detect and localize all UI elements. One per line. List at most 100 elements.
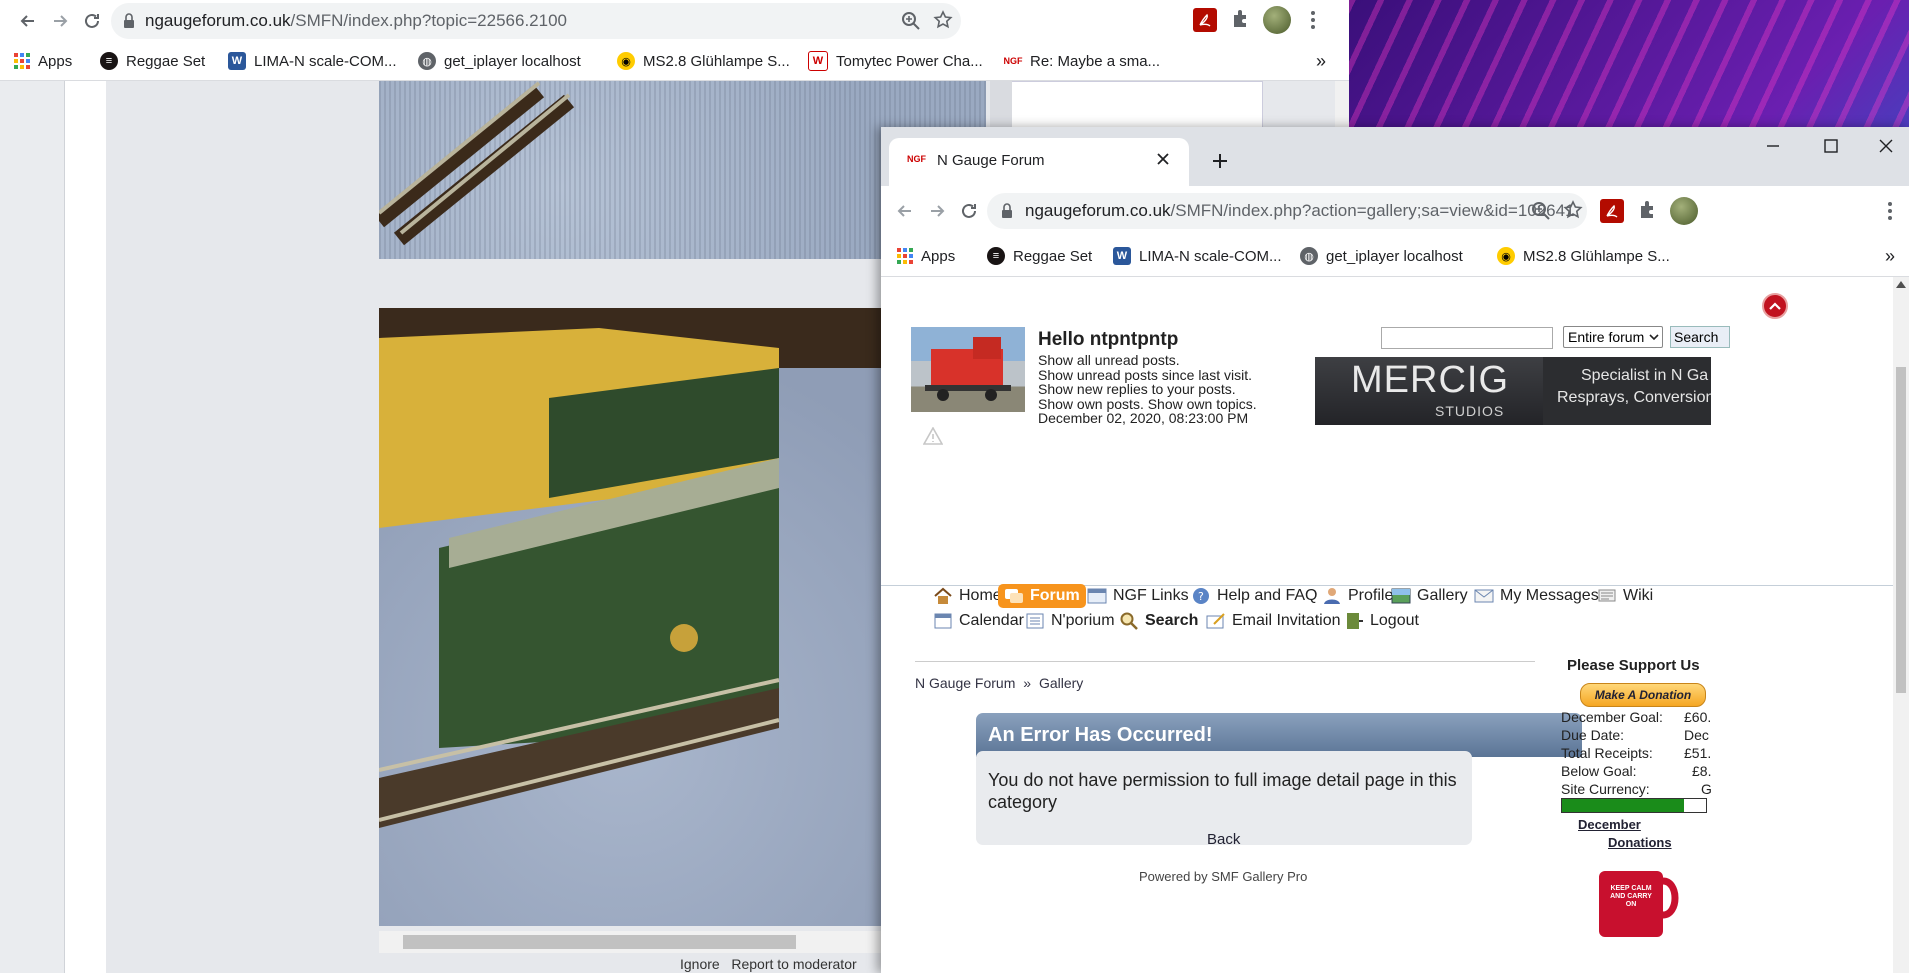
breadcrumb-home-link[interactable]: N Gauge Forum (915, 675, 1015, 691)
donate-button[interactable]: Make A Donation (1580, 683, 1706, 707)
tab-n-gauge-forum[interactable]: NGF N Gauge Forum (889, 138, 1189, 186)
apps-grid-icon (14, 53, 30, 69)
user-avatar[interactable] (911, 327, 1025, 412)
bookmark-apps[interactable]: Apps (897, 236, 955, 276)
search-scope-select[interactable]: Entire forum (1563, 326, 1663, 348)
own-posts-topics-link[interactable]: Show own posts. Show own topics. (1038, 396, 1257, 412)
profile-avatar[interactable] (1670, 197, 1698, 225)
profile-avatar[interactable] (1263, 6, 1291, 34)
back-address-bar[interactable]: ngaugeforum.co.uk/SMFN/index.php?topic=2… (111, 3, 961, 39)
acrobat-extension-icon[interactable] (1193, 8, 1217, 32)
bookmark-ms28[interactable]: ◉ MS2.8 Glühlampe S... (1497, 236, 1670, 276)
bookmark-lima[interactable]: W LIMA-N scale-COM... (1113, 236, 1282, 276)
back-url-text: ngaugeforum.co.uk/SMFN/index.php?topic=2… (145, 11, 567, 30)
search-button[interactable]: Search (1670, 326, 1730, 348)
zoom-icon[interactable] (901, 11, 921, 31)
star-icon[interactable] (1563, 200, 1583, 220)
menu-label: Gallery (1417, 587, 1468, 604)
menu-search[interactable]: Search (1119, 612, 1198, 630)
powered-by[interactable]: Powered by SMF Gallery Pro (1139, 869, 1307, 884)
menu-kebab-icon[interactable] (1310, 10, 1316, 30)
star-icon[interactable] (933, 10, 953, 30)
extensions-puzzle-icon[interactable] (1637, 199, 1659, 221)
bookmark-label: Apps (921, 247, 956, 265)
new-tab-icon[interactable] (1211, 152, 1229, 170)
forward-arrow-icon[interactable] (44, 5, 76, 37)
front-vertical-scrollbar[interactable] (1893, 277, 1909, 973)
menu-email-invitation[interactable]: Email Invitation (1206, 612, 1341, 630)
maximize-icon[interactable] (1824, 139, 1838, 153)
donations-link[interactable]: Donations (1608, 835, 1672, 850)
zoom-icon[interactable] (1531, 201, 1551, 221)
forum-search-input[interactable] (1381, 327, 1553, 349)
scrollbar-thumb[interactable] (403, 935, 796, 949)
keep-calm-mug-image[interactable]: KEEP CALM AND CARRY ON (1593, 867, 1689, 937)
breadcrumb-gallery-link[interactable]: Gallery (1039, 675, 1083, 691)
menu-gallery[interactable]: Gallery (1391, 587, 1468, 605)
menu-home[interactable]: Home (933, 587, 1002, 605)
scroll-up-arrow-icon[interactable] (1896, 280, 1906, 288)
close-tab-icon[interactable] (1157, 153, 1169, 165)
bookmark-tomytec[interactable]: W Tomytec Power Cha... (808, 42, 983, 80)
back-link[interactable]: Back (1207, 831, 1240, 848)
scroll-to-top-icon[interactable] (1762, 293, 1788, 319)
tab-strip: NGF N Gauge Forum (881, 127, 1909, 186)
bookmark-re-maybe[interactable]: NGF Re: Maybe a sma... (1004, 42, 1161, 80)
menu-wiki[interactable]: Wiki (1597, 587, 1653, 605)
menu-help-faq[interactable]: ? Help and FAQ (1191, 587, 1318, 605)
unread-since-last-visit-link[interactable]: Show unread posts since last visit. (1038, 367, 1257, 383)
new-replies-link[interactable]: Show new replies to your posts. (1038, 382, 1257, 397)
lock-icon (1001, 203, 1013, 219)
menu-profile[interactable]: Profile (1322, 587, 1393, 605)
bookmarks-overflow[interactable]: » (1316, 42, 1326, 80)
menu-logout[interactable]: Logout (1344, 612, 1419, 630)
mug-text: KEEP CALM AND CARRY ON (1610, 885, 1652, 908)
car-icon: ◉ (1497, 247, 1515, 265)
content-divider (915, 661, 1535, 662)
menu-forum[interactable]: Forum (998, 584, 1086, 608)
extensions-puzzle-icon[interactable] (1230, 8, 1252, 30)
reload-icon[interactable] (953, 195, 985, 227)
bookmark-label: Reggae Set (1013, 247, 1093, 265)
acrobat-extension-icon[interactable] (1600, 199, 1624, 223)
menu-my-messages[interactable]: My Messages (1474, 587, 1599, 605)
bookmarks-overflow[interactable]: » (1885, 236, 1895, 276)
front-address-bar[interactable]: ngaugeforum.co.uk/SMFN/index.php?action=… (987, 193, 1587, 229)
menu-label: Calendar (959, 612, 1024, 629)
menu-label: Search (1145, 612, 1199, 629)
bookmark-ms28[interactable]: ◉ MS2.8 Glühlampe S... (617, 42, 790, 80)
menu-nporium[interactable]: N'porium (1025, 612, 1115, 630)
bookmark-reggae-set[interactable]: ≡ Reggae Set (987, 236, 1092, 276)
donation-progress: 85% (1561, 798, 1707, 813)
bookmark-apps[interactable]: Apps (14, 42, 72, 80)
reload-icon[interactable] (76, 5, 108, 37)
back-arrow-icon[interactable] (12, 5, 44, 37)
menu-kebab-icon[interactable] (1887, 201, 1893, 221)
bookmark-label: get_iplayer localhost (444, 52, 581, 70)
scrollbar-thumb[interactable] (1896, 367, 1906, 693)
december-link[interactable]: December (1578, 817, 1641, 832)
site-currency-label: Site Currency: (1561, 781, 1650, 797)
bookmark-reggae-set[interactable]: ≡ Reggae Set (100, 42, 205, 80)
minimize-icon[interactable] (1766, 139, 1780, 153)
back-footer-links[interactable]: Ignore Report to moderator (680, 956, 857, 972)
bookmark-get-iplayer[interactable]: ◍ get_iplayer localhost (418, 42, 581, 80)
banner-brand: MERCIG (1351, 359, 1509, 401)
menu-calendar[interactable]: Calendar (933, 612, 1024, 630)
menu-ngf-links[interactable]: NGF Links (1087, 587, 1189, 605)
banner-sub: STUDIOS (1435, 403, 1505, 419)
calendar-icon (933, 612, 953, 630)
below-goal-value: £8. (1692, 763, 1712, 779)
back-toolbar: ngaugeforum.co.uk/SMFN/index.php?topic=2… (0, 0, 1349, 42)
unread-posts-link[interactable]: Show all unread posts. (1038, 353, 1257, 368)
forward-arrow-icon[interactable] (921, 195, 953, 227)
bookmark-get-iplayer[interactable]: ◍ get_iplayer localhost (1300, 236, 1463, 276)
bookmark-label: Apps (38, 52, 73, 70)
bookmark-lima[interactable]: W LIMA-N scale-COM... (228, 42, 397, 80)
back-arrow-icon[interactable] (889, 195, 921, 227)
search-icon (1119, 612, 1139, 630)
mercig-banner[interactable]: MERCIG STUDIOS Specialist in N Ga Respra… (1315, 357, 1711, 425)
menu-label: Profile (1348, 587, 1394, 604)
close-window-icon[interactable] (1879, 139, 1893, 153)
front-bookmarks-bar: Apps ≡ Reggae Set W LIMA-N scale-COM... … (881, 236, 1909, 277)
